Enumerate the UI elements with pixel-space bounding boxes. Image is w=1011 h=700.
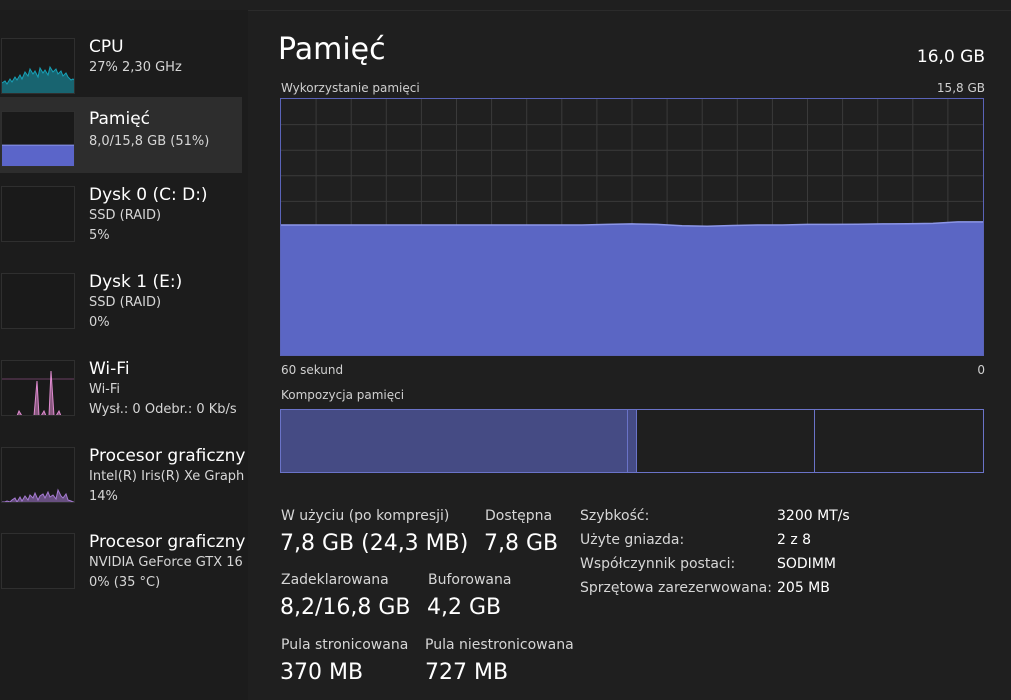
total-memory: 16,0 GB — [916, 47, 985, 67]
sidebar-item-detail: 27% 2,30 GHz — [89, 60, 182, 75]
sidebar-item-throughput: Wysł.: 0 Odebr.: 0 Kb/s — [89, 402, 237, 417]
sidebar-item-memory[interactable]: Pamięć 8,0/15,8 GB (51%) — [0, 97, 242, 173]
composition-segment-free — [814, 410, 983, 472]
sidebar-item-gpu-0[interactable]: Procesor graficzny Intel(R) Iris(R) Xe G… — [0, 441, 245, 517]
page-title: Pamięć — [278, 32, 386, 67]
sidebar-item-disk-1[interactable]: Dysk 1 (E:) SSD (RAID) 0% — [0, 267, 242, 343]
composition-segment-in-use — [281, 410, 628, 472]
sidebar-item-usage: 0% (35 °C) — [89, 575, 161, 590]
form-factor-value: SODIMM — [777, 556, 836, 572]
sidebar-item-usage: 0% — [89, 315, 110, 330]
sidebar-item-title: CPU — [89, 37, 124, 57]
sidebar-item-gpu-1[interactable]: Procesor graficzny NVIDIA GeForce GTX 16… — [0, 527, 245, 603]
speed-label: Szybkość: — [580, 508, 650, 524]
cached-label: Buforowana — [428, 572, 512, 588]
nonpaged-pool-label: Pula niestronicowana — [425, 637, 574, 653]
hardware-reserved-value: 205 MB — [777, 580, 830, 596]
sidebar-item-title: Procesor graficzny — [89, 446, 246, 466]
sidebar-item-detail: 8,0/15,8 GB (51%) — [89, 134, 210, 149]
slots-used-value: 2 z 8 — [777, 532, 812, 548]
composition-segment-standby — [636, 410, 815, 472]
in-use-label: W użyciu (po kompresji) — [281, 508, 450, 524]
sidebar-item-detail: Intel(R) Iris(R) Xe Graph — [89, 469, 245, 484]
sidebar-item-wifi[interactable]: Wi-Fi Wi-Fi Wysł.: 0 Odebr.: 0 Kb/s — [0, 354, 242, 430]
performance-sidebar: CPU 27% 2,30 GHz Pamięć 8,0/15,8 GB (51%… — [0, 10, 248, 700]
sidebar-item-title: Procesor graficzny — [89, 532, 246, 552]
usage-graph-zero-label: 0 — [977, 363, 985, 377]
sidebar-item-detail: SSD (RAID) — [89, 295, 162, 310]
memory-composition-bar — [280, 409, 984, 473]
sidebar-item-detail: Wi-Fi — [89, 382, 121, 397]
sidebar-item-disk-0[interactable]: Dysk 0 (C: D:) SSD (RAID) 5% — [0, 180, 242, 256]
composition-label: Kompozycja pamięci — [281, 388, 405, 402]
paged-pool-value: 370 MB — [280, 660, 364, 685]
gpu-graph-icon — [1, 533, 75, 589]
available-label: Dostępna — [485, 508, 553, 524]
usage-graph-max-label: 15,8 GB — [936, 81, 985, 95]
sidebar-item-title: Dysk 0 (C: D:) — [89, 185, 208, 205]
nonpaged-pool-value: 727 MB — [425, 660, 509, 685]
slots-used-label: Użyte gniazda: — [580, 532, 685, 548]
sidebar-item-title: Dysk 1 (E:) — [89, 272, 183, 292]
sidebar-item-title: Wi-Fi — [89, 359, 130, 379]
memory-usage-graph — [280, 98, 984, 356]
disk-graph-icon — [1, 273, 75, 329]
cached-value: 4,2 GB — [427, 595, 502, 620]
gpu-graph-icon — [1, 447, 75, 503]
speed-value: 3200 MT/s — [777, 508, 850, 524]
usage-graph-label: Wykorzystanie pamięci — [281, 81, 420, 95]
in-use-value: 7,8 GB (24,3 MB) — [280, 531, 469, 556]
sidebar-item-title: Pamięć — [89, 109, 150, 129]
usage-graph-time-label: 60 sekund — [281, 363, 344, 377]
wifi-graph-icon — [1, 360, 75, 416]
composition-segment-modified — [627, 410, 637, 472]
cpu-graph-icon — [1, 38, 75, 94]
sidebar-item-detail: NVIDIA GeForce GTX 16 — [89, 555, 243, 570]
available-value: 7,8 GB — [484, 531, 559, 556]
paged-pool-label: Pula stronicowana — [281, 637, 409, 653]
sidebar-item-detail: SSD (RAID) — [89, 208, 162, 223]
memory-usage-chart — [281, 99, 983, 355]
disk-graph-icon — [1, 186, 75, 242]
form-factor-label: Współczynnik postaci: — [580, 556, 736, 572]
hardware-reserved-label: Sprzętowa zarezerwowana: — [580, 580, 772, 596]
memory-graph-icon — [1, 111, 75, 167]
committed-value: 8,2/16,8 GB — [280, 595, 411, 620]
committed-label: Zadeklarowana — [281, 572, 389, 588]
task-manager-performance: CPU 27% 2,30 GHz Pamięć 8,0/15,8 GB (51%… — [0, 0, 1011, 700]
usage-area — [281, 221, 983, 355]
sidebar-item-usage: 14% — [89, 489, 118, 504]
sidebar-item-usage: 5% — [89, 228, 110, 243]
